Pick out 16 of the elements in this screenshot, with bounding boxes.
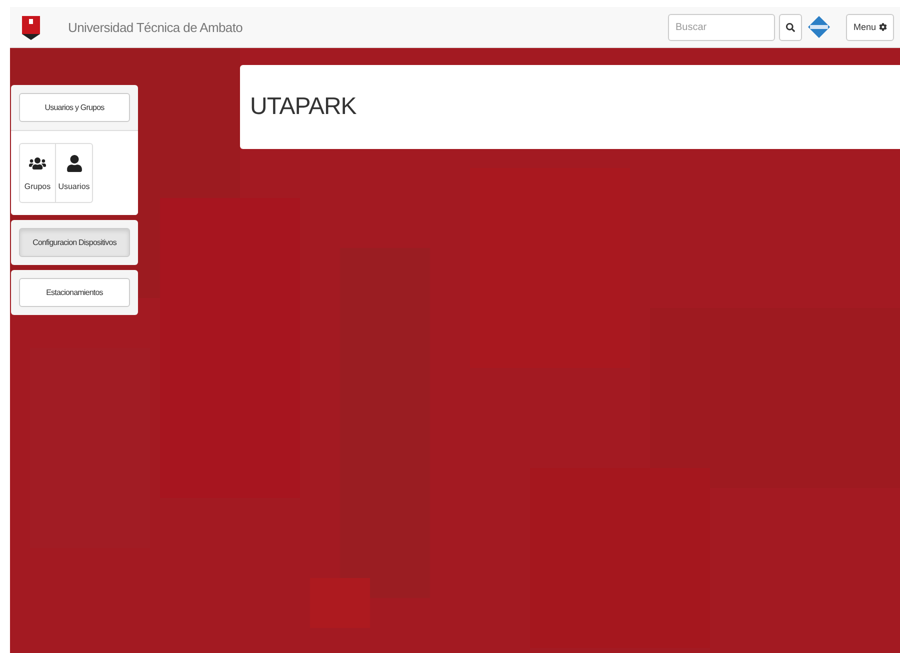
page-title: UTAPARK	[250, 93, 356, 121]
groups-tile[interactable]: Grupos	[19, 143, 56, 203]
users-icon	[29, 155, 46, 172]
users-tile[interactable]: Usuarios	[56, 143, 93, 203]
search-icon	[786, 22, 796, 32]
section-button[interactable]: Usuarios y Grupos	[19, 93, 130, 122]
user-icon	[66, 155, 82, 172]
gear-icon	[879, 23, 887, 31]
university-logo-icon	[20, 14, 42, 40]
section-button[interactable]: Configuracion Dispositivos	[19, 228, 130, 257]
search-button[interactable]	[779, 14, 802, 40]
brand-name[interactable]: Universidad Técnica de Ambato	[68, 20, 243, 34]
diamond-logo-icon	[808, 16, 830, 38]
menu-button[interactable]: Menu	[846, 14, 894, 40]
search-field[interactable]: Buscar	[668, 14, 776, 40]
section-button[interactable]: Estacionamientos	[19, 278, 130, 307]
